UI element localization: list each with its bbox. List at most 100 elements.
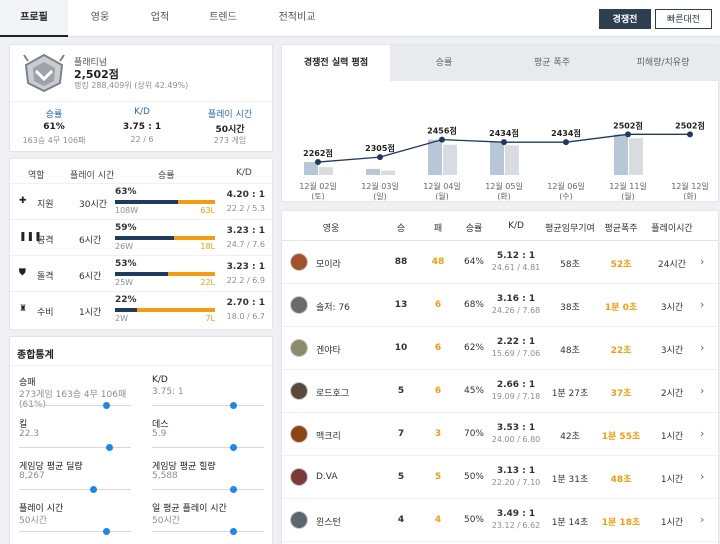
tab-achievements[interactable]: 업적 — [132, 0, 188, 37]
tab-compare[interactable]: 전적비교 — [258, 0, 336, 37]
role-win-bar — [115, 308, 137, 312]
role-row[interactable]: ♜ 수비 1시간 22% 2W 7L 2.70 : 1 18.0 / 6.7 — [10, 291, 272, 327]
role-winrate: 63% — [115, 187, 137, 197]
roles-card: 역할 플레이 시간 승률 K/D ✚ 지원 30시간 63% 108W 63L … — [9, 158, 273, 330]
hero-row[interactable]: 겐야타 10 6 62% 2.22 : 1 15.69 / 7.06 48초 2… — [282, 327, 718, 370]
rating-point — [625, 131, 631, 138]
role-name: 돌격 — [37, 272, 54, 282]
role-time: 6시간 — [79, 236, 102, 246]
chart-tab-damage-heal[interactable]: 피해량/치유량 — [606, 45, 720, 81]
hero-objective: 1분 14초 — [551, 518, 589, 528]
col-kd: K/D — [508, 221, 524, 231]
rating-bar-secondary — [319, 167, 333, 175]
rating-point-label: 2434점 — [489, 128, 519, 138]
x-tick-label: 12월 05일 — [485, 181, 523, 191]
hero-losses: 5 — [434, 472, 442, 482]
x-tick-sublabel: (일) — [373, 192, 387, 201]
tab-profile[interactable]: 프로필 — [0, 0, 68, 37]
hero-kd: 3.49 : 1 — [496, 509, 536, 519]
role-wins: 25W — [115, 278, 134, 287]
x-tick-label: 12월 12일 — [671, 181, 709, 191]
zenyatta-avatar-icon — [290, 339, 308, 357]
role-losses: 22L — [200, 278, 215, 287]
rating-point-label: 2434점 — [551, 128, 581, 138]
quickplay-mode-button[interactable]: 빠른대전 — [655, 9, 712, 29]
stat-value: 8,267 — [19, 471, 45, 481]
rating-point — [377, 154, 383, 161]
hero-name: 로드호그 — [316, 389, 350, 399]
col-hero: 영웅 — [322, 224, 340, 234]
top-nav: 프로필 영웅 업적 트렌드 전적비교 경쟁전 빠른대전 — [0, 0, 720, 37]
role-wins: 2W — [115, 314, 128, 323]
hero-winrate: 50% — [463, 515, 484, 525]
chevron-right-icon[interactable]: › — [700, 255, 704, 268]
chevron-right-icon[interactable]: › — [700, 341, 704, 354]
x-tick-sublabel: (화) — [497, 192, 511, 201]
hero-row[interactable]: 로드호그 5 6 45% 2.66 : 1 19.09 / 7.18 1분 27… — [282, 370, 718, 413]
hero-kd: 3.53 : 1 — [496, 423, 536, 433]
stat-slider — [19, 402, 131, 409]
roadhog-avatar-icon — [290, 382, 308, 400]
hero-row[interactable]: 윈스턴 4 4 50% 3.49 : 1 23.12 / 6.62 1분 14초… — [282, 499, 718, 542]
role-name: 지원 — [37, 200, 54, 210]
role-kd: 2.70 : 1 — [226, 298, 265, 308]
chevron-right-icon[interactable]: › — [700, 427, 704, 440]
role-winrate: 53% — [115, 259, 137, 269]
chart-tab-winrate[interactable]: 승률 — [390, 45, 498, 81]
rating-bar-secondary — [381, 170, 395, 175]
chart-tab-streak[interactable]: 평균 폭주 — [498, 45, 606, 81]
chevron-right-icon[interactable]: › — [700, 513, 704, 526]
hero-name: 맥크리 — [316, 432, 341, 442]
hero-row[interactable]: 맥크리 7 3 70% 3.53 : 1 24.00 / 6.80 42초 1분… — [282, 413, 718, 456]
overall-stat: 일 평균 플레이 시간 50시간 — [152, 501, 264, 541]
hero-losses: 6 — [434, 300, 442, 310]
hero-playtime: 3시간 — [660, 303, 684, 313]
winrate-sub: 163승 4무 106패 — [22, 136, 86, 145]
hero-playtime: 1시간 — [660, 475, 684, 485]
rating-point-label: 2305점 — [365, 143, 395, 153]
rating-chart-card: 경쟁전 실력 평점 승률 평균 폭주 피해량/치유량 2262점 2305점 245… — [281, 44, 720, 202]
hero-winrate: 70% — [463, 429, 484, 439]
role-losses: 7L — [205, 314, 215, 323]
chart-tab-rating[interactable]: 경쟁전 실력 평점 — [282, 45, 390, 81]
hero-streak: 52초 — [610, 260, 632, 270]
overall-stat: 게임당 평균 힐량 5,588 — [152, 459, 264, 499]
chevron-right-icon[interactable]: › — [700, 298, 704, 311]
tab-trend[interactable]: 트렌드 — [188, 0, 258, 37]
stat-slider — [19, 528, 131, 535]
playtime-value: 50시간 — [215, 125, 245, 135]
stat-value: 273게임 163승 4무 106패 (61%) — [19, 390, 127, 410]
role-row[interactable]: ⛊ 돌격 6시간 53% 25W 22L 3.23 : 1 22.2 / 6.9 — [10, 255, 272, 291]
hero-kd-sub: 23.12 / 6.62 — [491, 521, 541, 530]
role-time: 6시간 — [79, 272, 102, 282]
chevron-right-icon[interactable]: › — [700, 384, 704, 397]
tab-heroes[interactable]: 영웅 — [68, 0, 132, 37]
chevron-right-icon[interactable]: › — [700, 470, 704, 483]
role-row[interactable]: ❚❚❚ 공격 6시간 59% 26W 18L 3.23 : 1 24.7 / 7… — [10, 219, 272, 255]
rating-chart: 2262점 2305점 2456점 2434점 2434점 2502점 2502점 12월 0… — [299, 120, 709, 201]
stat-value: 50시간 — [19, 516, 48, 526]
x-tick-sublabel: (월) — [621, 191, 635, 201]
hero-streak: 1분 0초 — [604, 303, 638, 313]
competitive-mode-button[interactable]: 경쟁전 — [599, 9, 651, 29]
hero-row[interactable]: 솔저: 76 13 6 68% 3.16 : 1 24.26 / 7.68 38… — [282, 284, 718, 327]
mccree-avatar-icon — [290, 425, 308, 443]
heroes-table: 영웅 승 패 승률 K/D 평균임무기여 평균폭주 플레이시간 모이라 88 4… — [281, 210, 719, 544]
hero-wins: 4 — [397, 515, 405, 525]
role-row[interactable]: ✚ 지원 30시간 63% 108W 63L 4.20 : 1 22.2 / 5… — [10, 183, 272, 219]
kd-value: 3.75 : 1 — [122, 122, 162, 132]
col-streak: 평균폭주 — [604, 224, 638, 234]
hero-row[interactable]: D.VA 5 5 50% 3.13 : 1 22.20 / 7.10 1분 31… — [282, 456, 718, 499]
roles-header-kd: K/D — [236, 168, 252, 178]
rating-point — [563, 139, 569, 146]
x-tick-label: 12월 04일 — [423, 181, 461, 191]
hero-losses: 6 — [434, 386, 442, 396]
winston-avatar-icon — [290, 511, 308, 529]
winrate-value: 61% — [43, 122, 65, 132]
rating-point — [687, 131, 693, 138]
overall-title: 종합통계 — [17, 350, 54, 361]
role-kd-sub: 18.0 / 6.7 — [226, 312, 265, 321]
moira-avatar-icon — [290, 253, 308, 271]
hero-row[interactable]: 모이라 88 48 64% 5.12 : 1 24.61 / 4.81 58초 … — [282, 241, 718, 284]
stat-value: 22.3 — [19, 429, 40, 439]
